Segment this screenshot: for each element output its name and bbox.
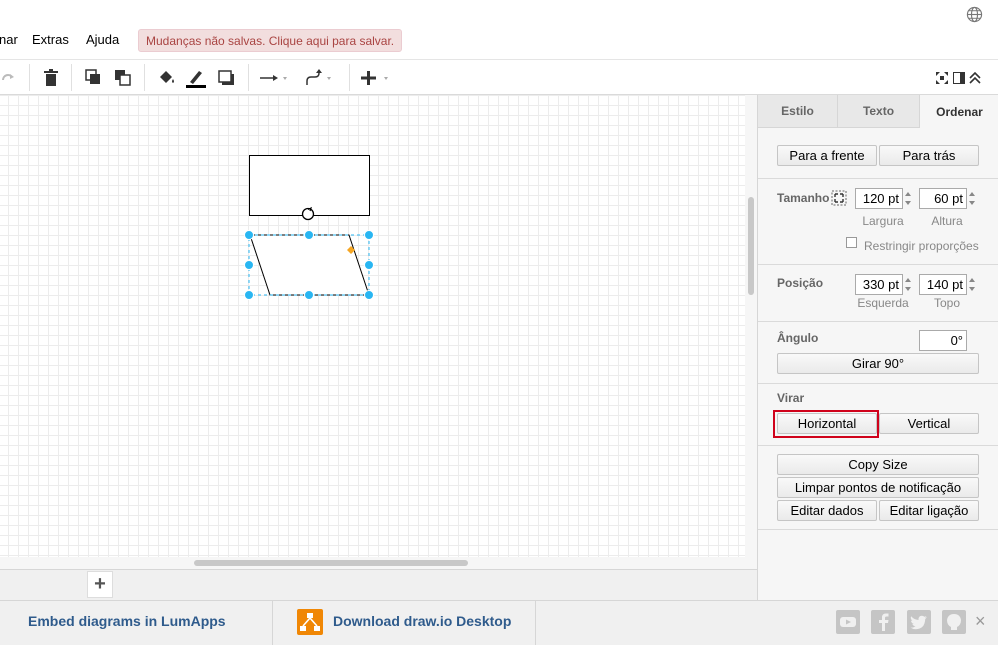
tab-style[interactable]: Estilo (758, 95, 838, 128)
menu-help[interactable]: Ajuda (86, 32, 119, 47)
redo-icon[interactable] (0, 66, 16, 90)
diagram-canvas[interactable] (0, 95, 745, 557)
waypoints-icon[interactable] (305, 66, 337, 90)
facebook-icon[interactable] (871, 610, 895, 634)
embed-lumapps-link[interactable]: Embed diagrams in LumApps (28, 613, 226, 629)
angle-input[interactable]: 0° (919, 330, 967, 351)
top-input[interactable]: 140 pt (919, 274, 967, 295)
unsaved-changes-notice[interactable]: Mudanças não salvas. Clique aqui para sa… (138, 29, 403, 52)
close-footer-button[interactable]: × (975, 611, 986, 632)
tab-text[interactable]: Texto (838, 95, 920, 128)
horizontal-scroll-thumb[interactable] (194, 560, 468, 566)
height-input[interactable]: 60 pt (919, 188, 967, 209)
diagram-shapes (244, 155, 374, 300)
left-caption: Esquerda (857, 296, 909, 310)
vertical-scroll-thumb[interactable] (748, 197, 754, 295)
fullscreen-icon[interactable] (935, 66, 949, 90)
panel-divider (758, 264, 998, 265)
format-panel: Estilo Texto Ordenar Para a frente Para … (757, 95, 998, 600)
page-tabs-bar (0, 569, 757, 600)
top-spinner[interactable] (967, 274, 977, 295)
panel-divider (758, 321, 998, 322)
tab-arrange[interactable]: Ordenar (920, 95, 998, 128)
width-spinner[interactable] (903, 188, 913, 209)
globe-icon[interactable] (966, 6, 983, 23)
to-front-button[interactable]: Para a frente (777, 145, 877, 166)
edit-data-button[interactable]: Editar dados (777, 500, 877, 521)
shadow-icon[interactable] (217, 66, 237, 90)
clear-waypoints-button[interactable]: Limpar pontos de notificação (777, 477, 979, 498)
toolbar-separator (71, 64, 72, 91)
width-caption: Largura (862, 214, 904, 228)
rotate-handle-icon[interactable] (301, 206, 315, 221)
rectangle-shape[interactable] (249, 155, 370, 216)
rotate-90-button[interactable]: Girar 90° (777, 353, 979, 374)
twitter-icon[interactable] (907, 610, 931, 634)
size-label: Tamanho (777, 191, 830, 205)
edit-link-button[interactable]: Editar ligação (879, 500, 979, 521)
width-input[interactable]: 120 pt (855, 188, 903, 209)
panel-divider (758, 529, 998, 530)
toolbar-separator (29, 64, 30, 91)
collapse-icon[interactable] (968, 66, 982, 90)
format-panel-icon[interactable] (952, 66, 966, 90)
autosize-icon[interactable] (830, 189, 848, 207)
parallelogram-shape[interactable] (249, 234, 370, 296)
panel-divider (758, 178, 998, 179)
constrain-label: Restringir proporções (864, 239, 979, 253)
insert-icon[interactable] (360, 66, 394, 90)
github-icon[interactable] (942, 610, 966, 634)
footer-divider (535, 600, 536, 645)
delete-icon[interactable] (41, 66, 61, 90)
flip-label: Virar (777, 391, 805, 405)
constrain-checkbox[interactable] (846, 237, 857, 248)
top-caption: Topo (933, 296, 961, 310)
panel-divider (758, 383, 998, 384)
menu-arrange[interactable]: nar (0, 32, 18, 47)
left-spinner[interactable] (903, 274, 913, 295)
download-desktop-link[interactable]: Download draw.io Desktop (333, 613, 511, 629)
angle-label: Ângulo (777, 331, 819, 345)
toolbar-separator (248, 64, 249, 91)
drawio-logo-icon (297, 609, 323, 635)
add-page-button[interactable]: + (87, 571, 113, 598)
line-color-icon[interactable] (185, 66, 207, 90)
menubar: nar Extras Ajuda Mudanças não salvas. Cl… (0, 0, 998, 60)
menu-extras[interactable]: Extras (32, 32, 69, 47)
flip-vertical-button[interactable]: Vertical (879, 413, 979, 434)
fill-color-icon[interactable] (156, 66, 178, 90)
height-spinner[interactable] (967, 188, 977, 209)
to-front-icon[interactable] (84, 66, 104, 90)
copy-size-button[interactable]: Copy Size (777, 454, 979, 475)
toolbar-separator (349, 64, 350, 91)
youtube-icon[interactable] (836, 610, 860, 634)
highlight-box (773, 410, 879, 438)
position-label: Posição (777, 276, 824, 290)
left-input[interactable]: 330 pt (855, 274, 903, 295)
toolbar (0, 60, 998, 95)
height-caption: Altura (931, 214, 963, 228)
connection-icon[interactable] (259, 66, 293, 90)
to-back-button[interactable]: Para trás (879, 145, 979, 166)
toolbar-separator (144, 64, 145, 91)
vertical-scrollbar[interactable] (745, 95, 757, 557)
panel-divider (758, 445, 998, 446)
to-back-icon[interactable] (113, 66, 133, 90)
footer-divider (272, 600, 273, 645)
